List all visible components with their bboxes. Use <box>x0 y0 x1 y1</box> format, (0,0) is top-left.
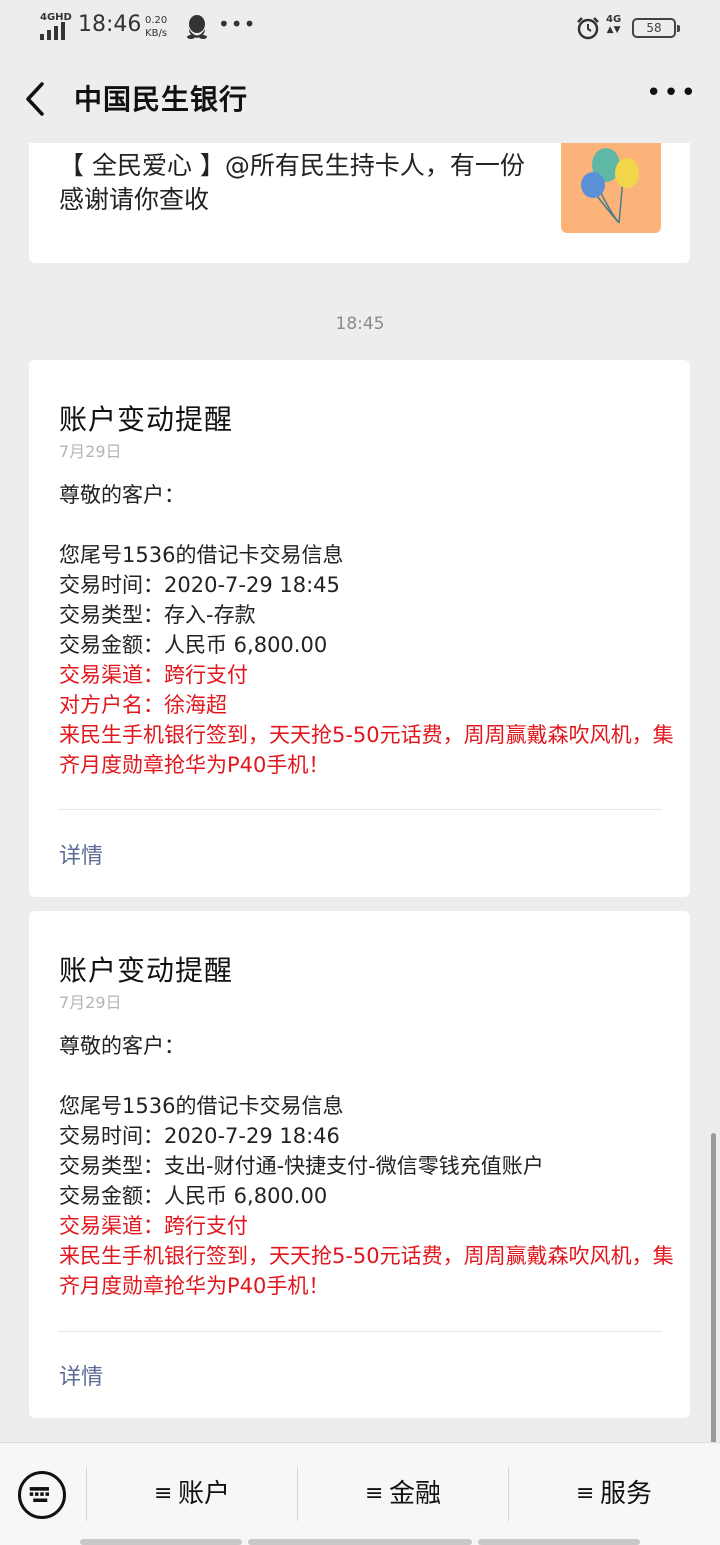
counterparty-line: 对方户名：徐海超 <box>59 693 227 717</box>
net-type-indicator: 4G ▲▼ <box>606 14 622 35</box>
status-time: 18:46 <box>78 12 142 37</box>
promo-message: 来民生手机银行签到，天天抢5-50元话费，周周赢戴森吹风机，集齐月度勋章抢华为P… <box>59 723 674 777</box>
net-type-label: 4G <box>606 14 622 25</box>
divider <box>58 809 662 810</box>
promo-card[interactable]: 【 全民爱心 】@所有民生持卡人，有一份感谢请你查收 <box>29 143 690 263</box>
info-line: 交易时间：2020-7-29 18:45 <box>59 573 340 597</box>
info-line: 交易金额：人民币 6,800.00 <box>59 1184 328 1208</box>
info-line: 交易类型：支出-财付通-快捷支付-微信零钱充值账户 <box>59 1154 544 1178</box>
more-options-icon[interactable]: ••• <box>646 80 696 114</box>
speed-unit: KB/s <box>145 28 168 39</box>
tab-label: 服务 <box>599 1479 652 1509</box>
more-notifications-icon: ••• <box>218 12 257 36</box>
tab-indicator <box>478 1539 640 1545</box>
page-title: 中国民生银行 <box>74 83 249 116</box>
chat-header: 中国民生银行 ••• <box>0 56 720 142</box>
details-link[interactable]: 详情 <box>59 1359 103 1391</box>
network-speed: 0.20 KB/s <box>145 14 167 40</box>
signal-icon: 4GHD <box>38 12 72 40</box>
details-link[interactable]: 详情 <box>59 838 103 870</box>
tab-label: 账户 <box>177 1479 230 1509</box>
divider <box>58 1331 662 1332</box>
tab-account[interactable]: ≡ 账户 <box>87 1473 297 1513</box>
qq-icon <box>187 15 207 39</box>
info-line: 交易类型：存入-存款 <box>59 603 256 627</box>
info-line: 您尾号1536的借记卡交易信息 <box>59 1094 344 1118</box>
info-line: 交易金额：人民币 6,800.00 <box>59 633 328 657</box>
battery-icon: 58 <box>632 18 680 38</box>
account-alert-card[interactable]: 账户变动提醒 7月29日 尊敬的客户： 您尾号1536的借记卡交易信息 交易时间… <box>29 360 690 897</box>
tab-label: 金融 <box>388 1479 441 1509</box>
balloons-thumbnail <box>561 143 661 233</box>
card-title: 账户变动提醒 <box>59 954 234 987</box>
channel-line: 交易渠道：跨行支付 <box>59 1214 248 1238</box>
info-line: 您尾号1536的借记卡交易信息 <box>59 543 344 567</box>
tab-finance[interactable]: ≡ 金融 <box>298 1473 508 1513</box>
bottom-menu-bar: ≡ 账户 ≡ 金融 ≡ 服务 <box>0 1442 720 1545</box>
card-date: 7月29日 <box>59 442 122 461</box>
greeting: 尊敬的客户： <box>59 1034 185 1058</box>
channel-line: 交易渠道：跨行支付 <box>59 663 248 687</box>
promo-message: 来民生手机银行签到，天天抢5-50元话费，周周赢戴森吹风机，集齐月度勋章抢华为P… <box>59 1244 674 1298</box>
account-alert-card[interactable]: 账户变动提醒 7月29日 尊敬的客户： 您尾号1536的借记卡交易信息 交易时间… <box>29 911 690 1418</box>
status-bar: 4GHD 18:46 0.20 KB/s ••• 4G ▲▼ 58 <box>0 0 720 56</box>
menu-icon: ≡ <box>575 1481 595 1506</box>
promo-title: 【 全民爱心 】@所有民生持卡人，有一份感谢请你查收 <box>59 151 525 214</box>
card-date: 7月29日 <box>59 993 122 1012</box>
menu-icon: ≡ <box>153 1481 173 1506</box>
balloons-icon <box>581 148 639 224</box>
menu-icon: ≡ <box>364 1481 384 1506</box>
scrollbar[interactable] <box>711 1133 716 1445</box>
message-timestamp: 18:45 <box>335 314 385 334</box>
tab-service[interactable]: ≡ 服务 <box>509 1473 719 1513</box>
back-arrow-icon[interactable] <box>18 78 52 120</box>
network-label: 4GHD <box>40 12 72 23</box>
card-title: 账户变动提醒 <box>59 403 234 436</box>
info-line: 交易时间：2020-7-29 18:46 <box>59 1124 340 1148</box>
speed-value: 0.20 <box>145 15 168 26</box>
tab-indicator <box>80 1539 242 1545</box>
alarm-icon <box>577 17 599 40</box>
greeting: 尊敬的客户： <box>59 483 185 507</box>
keyboard-icon[interactable] <box>18 1471 66 1519</box>
tab-indicator <box>248 1539 472 1545</box>
